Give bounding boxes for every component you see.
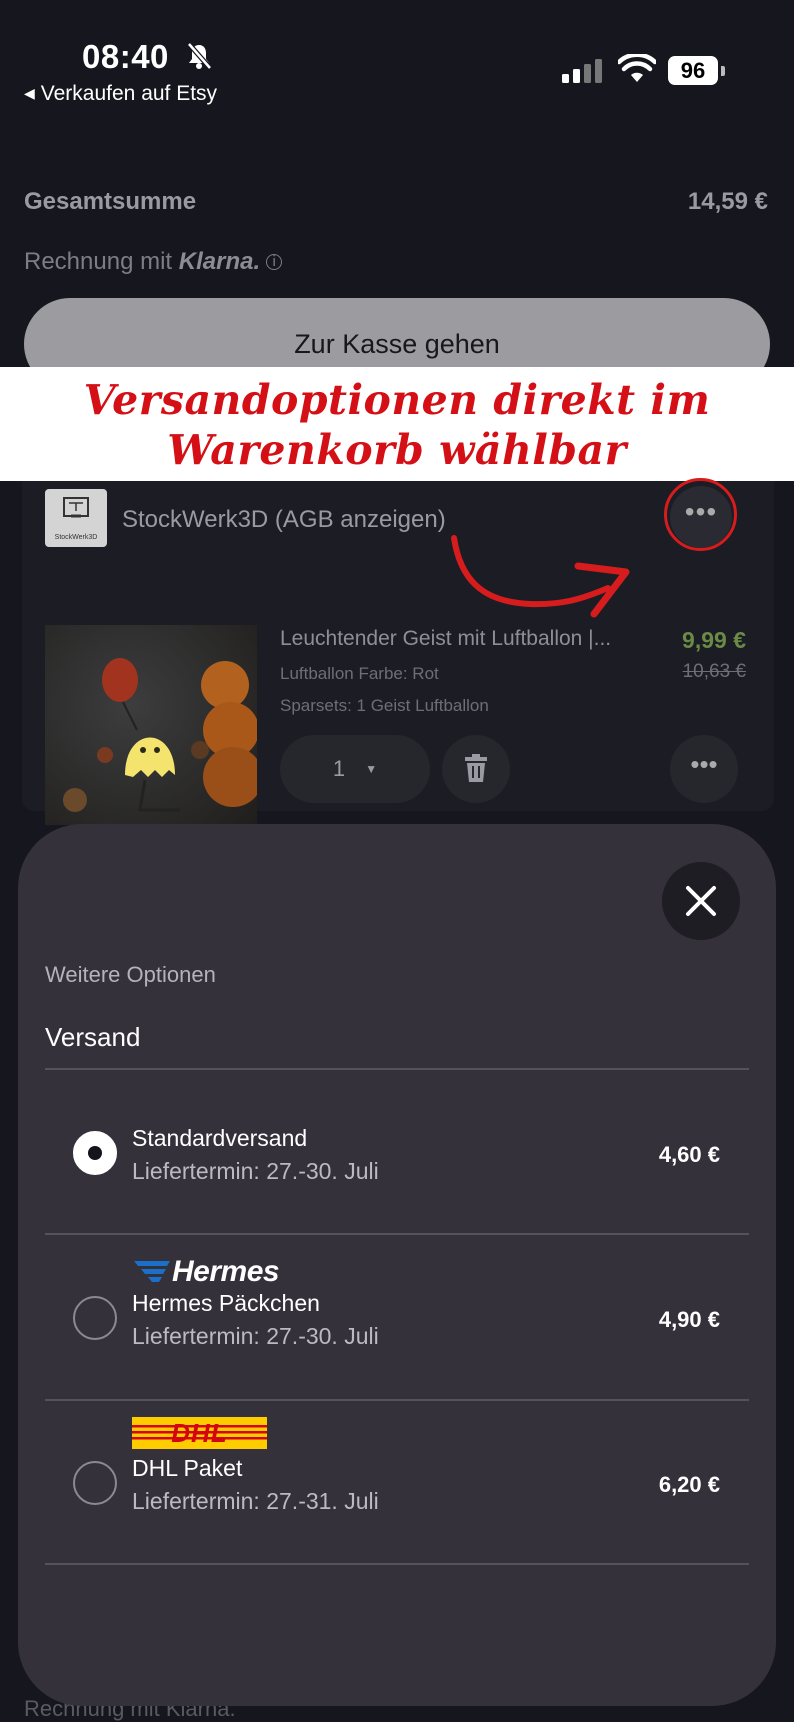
shop-logo[interactable]: StockWerk3D xyxy=(45,489,107,547)
hermes-brand-text: Hermes xyxy=(172,1255,280,1288)
sheet-title: Versand xyxy=(45,1022,141,1052)
banner-line-2: Warenkorb wählbar xyxy=(167,426,627,474)
banner-line-1: Versandoptionen direkt im xyxy=(83,376,711,424)
bell-muted-icon xyxy=(187,42,212,70)
option-price-dhl: 6,20 € xyxy=(658,1472,720,1497)
product-price: 9,99 € xyxy=(682,627,746,653)
status-time: 08:40 xyxy=(82,38,169,75)
quantity-value: 1 xyxy=(332,756,346,781)
klarna-payment-line: Rechnung mit Klarna. i xyxy=(24,248,283,276)
radio-hermes-paeckchen[interactable] xyxy=(73,1296,117,1340)
product-image[interactable] xyxy=(45,625,257,825)
product-title[interactable]: Leuchtender Geist mit Luftballon |... xyxy=(280,627,611,651)
option-name-hermes[interactable]: Hermes Päckchen xyxy=(132,1290,320,1317)
product-old-price: 10,63 € xyxy=(682,661,746,682)
option-date-dhl: Liefertermin: 27.-31. Juli xyxy=(132,1488,379,1514)
klarna-prefix: Rechnung mit xyxy=(24,248,173,275)
chevron-down-icon: ▼ xyxy=(365,762,378,776)
wifi-icon xyxy=(618,54,656,82)
divider xyxy=(45,1399,749,1401)
back-triangle-icon: ◀ xyxy=(24,85,35,101)
close-icon xyxy=(686,886,716,916)
annotation-banner: Versandoptionen direkt im Warenkorb wähl… xyxy=(0,367,794,481)
option-date-hermes: Liefertermin: 27.-30. Juli xyxy=(132,1323,379,1349)
back-app-label: Verkaufen auf Etsy xyxy=(40,82,218,105)
close-sheet-button[interactable] xyxy=(662,862,740,940)
radio-dhl-paket[interactable] xyxy=(73,1461,117,1505)
hermes-stripes-icon xyxy=(134,1261,170,1282)
radio-standardversand[interactable] xyxy=(73,1131,117,1175)
battery-level: 96 xyxy=(668,56,718,85)
product-variant-color: Luftballon Farbe: Rot xyxy=(280,664,439,683)
dhl-brand-text: DHL xyxy=(171,1418,228,1448)
option-price-standard: 4,60 € xyxy=(658,1142,720,1167)
back-to-app-link[interactable]: ◀ Verkaufen auf Etsy xyxy=(24,82,217,106)
divider xyxy=(45,1233,749,1235)
highlight-circle-annotation xyxy=(664,478,737,551)
shop-logo-caption: StockWerk3D xyxy=(54,534,98,541)
option-price-hermes: 4,90 € xyxy=(658,1307,720,1332)
cellular-signal-icon xyxy=(562,59,602,83)
battery-tip xyxy=(721,66,725,76)
total-label: Gesamtsumme xyxy=(24,188,197,215)
info-icon[interactable]: i xyxy=(266,254,283,270)
option-name-dhl[interactable]: DHL Paket xyxy=(132,1455,242,1482)
shop-name-link[interactable]: StockWerk3D (AGB anzeigen) xyxy=(122,506,446,534)
option-date-standard: Liefertermin: 27.-30. Juli xyxy=(132,1158,379,1184)
red-arrow-annotation xyxy=(451,535,630,618)
sheet-subtitle: Weitere Optionen xyxy=(45,962,216,987)
product-variant-set: Sparsets: 1 Geist Luftballon xyxy=(280,696,489,715)
klarna-brand: Klarna. xyxy=(178,248,261,275)
monitor-icon xyxy=(63,497,89,518)
divider xyxy=(45,1068,749,1070)
quantity-select[interactable]: 1 ▼ xyxy=(280,735,430,803)
dhl-logo: DHL xyxy=(132,1417,267,1449)
option-name-standard[interactable]: Standardversand xyxy=(132,1125,307,1152)
divider xyxy=(45,1563,749,1565)
total-value: 14,59 € xyxy=(687,188,768,215)
trash-icon xyxy=(465,754,487,782)
delete-item-button[interactable] xyxy=(442,735,510,803)
item-more-options-button[interactable]: ••• xyxy=(670,735,738,803)
